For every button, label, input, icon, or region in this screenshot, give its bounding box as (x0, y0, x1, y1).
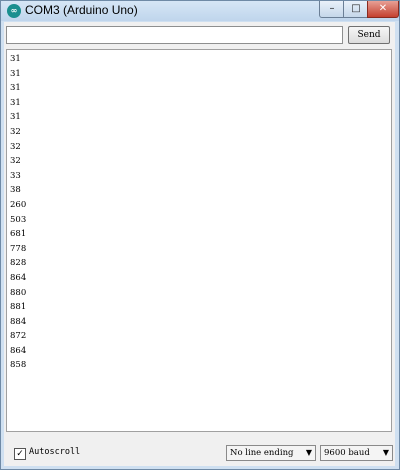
send-input[interactable] (6, 26, 343, 44)
output-line: 778 (10, 243, 27, 254)
output-line: 881 (10, 302, 27, 313)
output-line: 872 (10, 331, 27, 342)
baud-rate-value: 9600 baud (324, 448, 370, 458)
output-line: 32 (10, 126, 21, 137)
output-lines: 31 31 31 31 31 32 32 32 33 38 260 503 681 778 828 864 88… (7, 50, 391, 373)
output-line: 864 (10, 345, 27, 356)
autoscroll-checkbox[interactable]: ✓ (14, 448, 26, 460)
baud-rate-dropdown[interactable]: 9600 baud ▼ (320, 445, 393, 461)
output-line: 31 (10, 97, 21, 108)
output-line: 681 (10, 229, 27, 240)
line-ending-dropdown[interactable]: No line ending ▼ (226, 445, 316, 461)
chevron-down-icon: ▼ (305, 448, 312, 457)
line-ending-value: No line ending (230, 448, 294, 458)
output-line: 828 (10, 258, 27, 269)
output-line: 503 (10, 214, 27, 225)
autoscroll-label[interactable]: Autoscroll (29, 447, 80, 457)
output-line: 32 (10, 156, 21, 167)
output-line: 884 (10, 316, 27, 327)
output-line: 33 (10, 170, 21, 181)
output-line: 880 (10, 287, 27, 298)
serial-monitor-window: ∞ COM3 (Arduino Uno) – □ ✕ Send 31 31 31 31… (0, 0, 400, 470)
output-line: 31 (10, 83, 21, 94)
minimize-button[interactable]: – (319, 1, 345, 18)
output-line: 38 (10, 185, 21, 196)
serial-output[interactable]: 31 31 31 31 31 32 32 32 33 38 260 503 681 778 828 864 88… (6, 49, 392, 432)
client-area: Send 31 31 31 31 31 32 32 32 33 38 260 503 681 778 828… (4, 22, 395, 466)
output-line: 31 (10, 68, 21, 79)
title-bar[interactable]: ∞ COM3 (Arduino Uno) – □ ✕ (1, 1, 399, 21)
chevron-down-icon: ▼ (382, 448, 389, 457)
output-line: 858 (10, 360, 27, 371)
window-title: COM3 (Arduino Uno) (25, 3, 138, 17)
output-line: 31 (10, 112, 21, 123)
output-line: 864 (10, 272, 27, 283)
maximize-button[interactable]: □ (343, 1, 369, 18)
send-button[interactable]: Send (348, 26, 390, 44)
output-line: 31 (10, 54, 21, 64)
close-button[interactable]: ✕ (367, 1, 399, 18)
output-line: 260 (10, 199, 27, 210)
arduino-icon: ∞ (7, 4, 21, 18)
output-line: 32 (10, 141, 21, 152)
